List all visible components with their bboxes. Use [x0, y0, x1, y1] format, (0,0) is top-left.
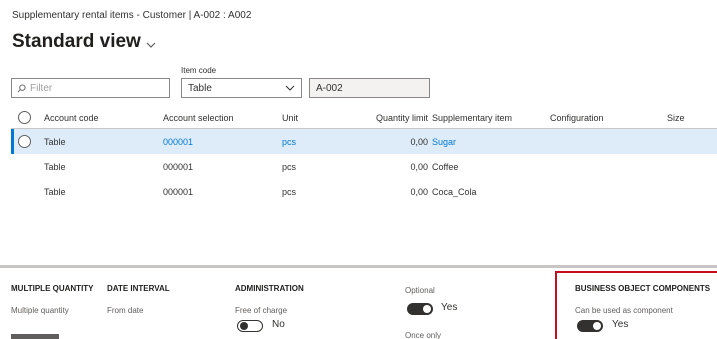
breadcrumb: Supplementary rental items - Customer | … [12, 10, 252, 21]
column-header-account-code[interactable]: Account code [44, 113, 99, 123]
unit-cell[interactable]: pcs [282, 137, 296, 147]
free-of-charge-toggle-text: No [272, 319, 285, 330]
table-row[interactable]: Table 000001 pcs 0,00 Sugar [11, 129, 717, 154]
account-code-cell[interactable]: Table [44, 137, 66, 147]
supplementary-item-cell[interactable]: Sugar [432, 137, 456, 147]
optional-toggle[interactable] [407, 303, 433, 315]
account-selection-cell[interactable]: 000001 [163, 187, 193, 197]
supplementary-item-cell[interactable]: Coca_Cola [432, 187, 477, 197]
quantity-limit-cell[interactable]: 0,00 [341, 162, 428, 172]
can-be-used-as-component-label: Can be used as component [575, 306, 673, 315]
can-be-used-as-component-toggle-text: Yes [612, 319, 629, 330]
select-all-radio[interactable] [18, 111, 31, 124]
item-code-select[interactable]: Table [181, 78, 302, 98]
item-code-label: Item code [181, 66, 217, 75]
grid-header: Account code Account selection Unit Quan… [11, 107, 717, 129]
supplementary-items-grid: Account code Account selection Unit Quan… [11, 107, 717, 204]
free-of-charge-label: Free of charge [235, 306, 288, 315]
column-header-size[interactable]: Size [667, 113, 685, 123]
business-object-components-heading[interactable]: BUSINESS OBJECT COMPONENTS [575, 284, 710, 293]
optional-label: Optional [405, 286, 435, 295]
item-code-value: Table [188, 82, 212, 94]
optional-toggle-text: Yes [441, 302, 458, 313]
multiple-quantity-field[interactable] [11, 334, 59, 339]
multiple-quantity-label: Multiple quantity [11, 306, 69, 315]
date-interval-heading[interactable]: DATE INTERVAL [107, 284, 170, 293]
column-header-supplementary-item[interactable]: Supplementary item [432, 113, 512, 123]
table-row[interactable]: Table 000001 pcs 0,00 Coffee [11, 154, 717, 179]
column-header-unit[interactable]: Unit [282, 113, 298, 123]
multiple-quantity-heading[interactable]: MULTIPLE QUANTITY [11, 284, 94, 293]
filter-placeholder: Filter [30, 82, 53, 94]
column-header-configuration[interactable]: Configuration [550, 113, 604, 123]
can-be-used-as-component-toggle[interactable] [577, 320, 603, 332]
column-header-quantity-limit[interactable]: Quantity limit [341, 113, 428, 123]
account-code-cell[interactable]: Table [44, 187, 66, 197]
filter-input[interactable]: Filter [11, 78, 170, 98]
quantity-limit-cell[interactable]: 0,00 [341, 187, 428, 197]
chevron-down-icon [285, 85, 295, 91]
quantity-limit-cell[interactable]: 0,00 [341, 137, 428, 147]
supplementary-item-cell[interactable]: Coffee [432, 162, 458, 172]
from-date-label: From date [107, 306, 144, 315]
administration-heading[interactable]: ADMINISTRATION [235, 284, 304, 293]
once-only-label: Once only [405, 331, 442, 339]
table-row[interactable]: Table 000001 pcs 0,00 Coca_Cola [11, 179, 717, 204]
page-title[interactable]: Standard view [12, 31, 156, 53]
account-code-cell[interactable]: Table [44, 162, 66, 172]
account-selection-cell[interactable]: 000001 [163, 137, 193, 147]
unit-cell[interactable]: pcs [282, 187, 296, 197]
chevron-down-icon[interactable] [146, 37, 156, 51]
column-header-account-selection[interactable]: Account selection [163, 113, 234, 123]
pane-splitter[interactable] [0, 265, 717, 268]
search-icon [17, 83, 26, 93]
page-title-text: Standard view [12, 31, 141, 52]
unit-cell[interactable]: pcs [282, 162, 296, 172]
account-selection-cell[interactable]: 000001 [163, 162, 193, 172]
row-select-radio[interactable] [18, 135, 31, 148]
item-code-readonly-field[interactable]: A-002 [309, 78, 430, 98]
free-of-charge-toggle[interactable] [237, 320, 263, 332]
